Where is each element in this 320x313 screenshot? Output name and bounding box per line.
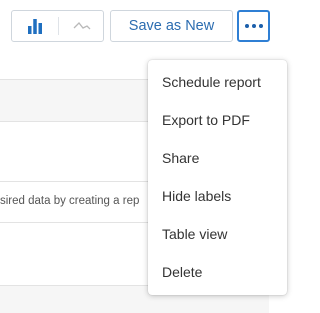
menu-item-export-pdf[interactable]: Export to PDF — [162, 110, 250, 130]
bar-chart-icon — [28, 19, 42, 34]
more-horizontal-icon — [251, 24, 256, 28]
menu-item-share[interactable]: Share — [162, 148, 199, 168]
menu-item-hide-labels[interactable]: Hide labels — [162, 186, 231, 206]
menu-item-delete[interactable]: Delete — [162, 262, 202, 282]
chart-type-toggle — [11, 10, 104, 42]
line-chart-button[interactable] — [59, 11, 105, 41]
line-chart-icon — [73, 22, 91, 30]
more-horizontal-icon — [244, 24, 249, 28]
more-options-menu: Schedule report Export to PDF Share Hide… — [148, 60, 287, 295]
more-horizontal-icon — [258, 24, 263, 28]
more-options-button[interactable] — [237, 10, 270, 42]
menu-item-table-view[interactable]: Table view — [162, 224, 227, 244]
bar-chart-button[interactable] — [12, 11, 58, 41]
menu-item-schedule-report[interactable]: Schedule report — [162, 72, 261, 92]
page-hint-text: sired data by creating a rep — [0, 195, 140, 207]
save-as-new-button[interactable]: Save as New — [110, 10, 233, 42]
